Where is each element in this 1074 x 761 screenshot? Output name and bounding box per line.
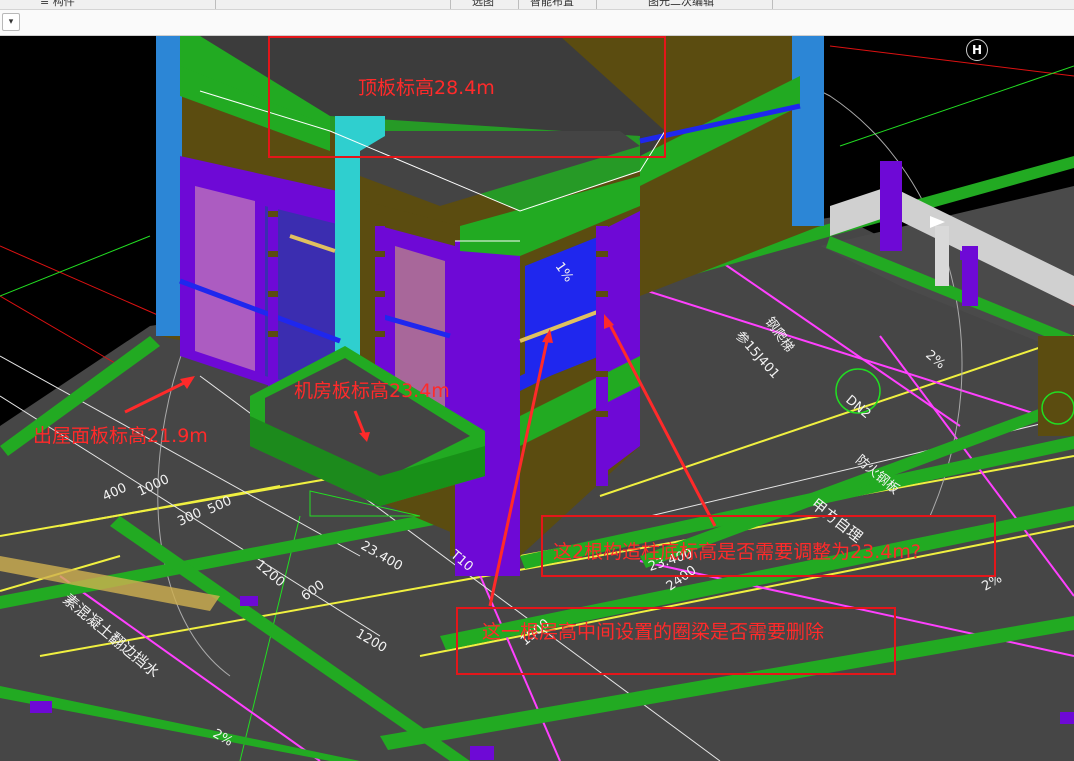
ribbon-separator bbox=[518, 0, 519, 9]
annotation-column-question: 这2根构造柱底标高是否需要调整为23.4m? bbox=[553, 541, 921, 563]
model-3d-viewport[interactable]: 钢爬梯 参15J401 防火钢板 甲方自理 23.400 23.400 400 … bbox=[0, 36, 1074, 761]
ribbon-tab-components[interactable]: ≡ 构件 bbox=[40, 0, 75, 9]
blue-column-left bbox=[156, 36, 182, 336]
annotation-machine-room-slab: 机房板标高23.4m bbox=[294, 380, 450, 402]
view-navigator-icon[interactable]: H bbox=[966, 39, 988, 61]
chevron-down-icon: ▾ bbox=[8, 17, 14, 27]
ribbon-separator bbox=[215, 0, 216, 9]
front-column bbox=[455, 241, 520, 576]
annotation-ring-beam-question: 这一根层高中间设置的圈梁是否需要删除 bbox=[482, 621, 825, 643]
ribbon-tab-strip: ≡ 构件 选图 智能布置 图元二次编辑 bbox=[0, 0, 1074, 10]
ribbon-separator bbox=[596, 0, 597, 9]
ribbon-tab-view[interactable]: 选图 bbox=[472, 0, 494, 9]
ribbon-tab-secondary-edit[interactable]: 图元二次编辑 bbox=[648, 0, 714, 9]
ribbon-separator bbox=[772, 0, 773, 9]
ribbon-separator bbox=[450, 0, 451, 9]
ribbon-tab-smart-layout[interactable]: 智能布置 bbox=[530, 0, 574, 9]
layer-dropdown[interactable]: ▾ bbox=[2, 13, 20, 31]
blue-column-right bbox=[792, 36, 824, 226]
annotation-roof-slab-elevation: 顶板标高28.4m bbox=[358, 77, 495, 99]
toolbar-row: ▾ bbox=[0, 10, 1074, 36]
annotation-roof-surface-slab: 出屋面板标高21.9m bbox=[33, 425, 208, 447]
